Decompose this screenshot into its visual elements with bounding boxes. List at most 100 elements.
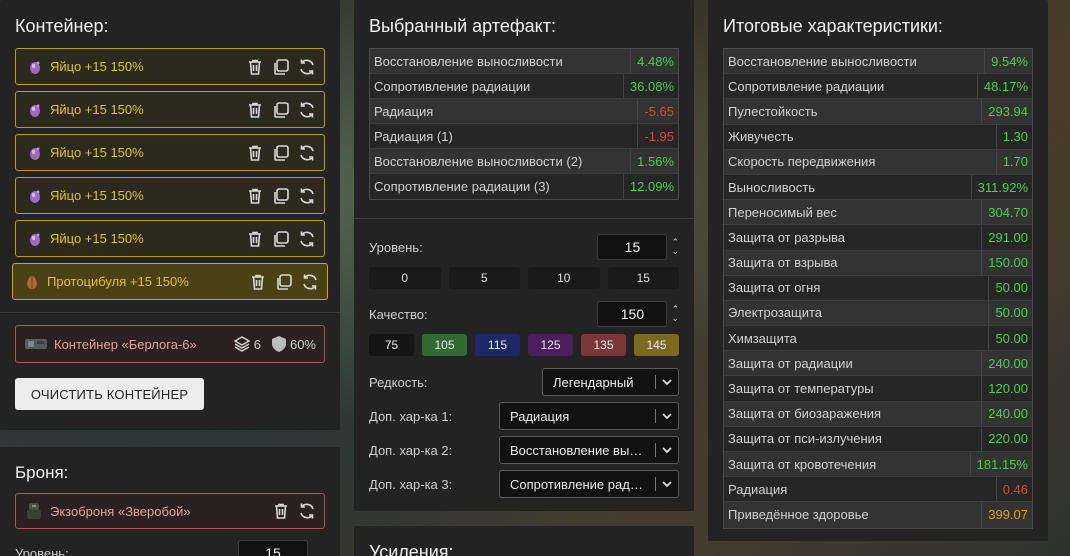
container-name: Контейнер «Берлога-6» — [54, 336, 197, 352]
refresh-icon[interactable] — [298, 187, 316, 205]
artifact-label: Яйцо +15 150% — [50, 231, 144, 246]
trash-icon[interactable] — [246, 58, 264, 76]
level-spin-arrows[interactable]: ⌃ ⌄ — [671, 238, 679, 256]
armor-level-input[interactable] — [238, 540, 308, 556]
container-slots: 6 — [233, 335, 261, 353]
level-row: Уровень: ⌃ ⌄ — [369, 234, 679, 260]
quality-spinner: ⌃ ⌄ — [597, 301, 679, 327]
container-protection: 60% — [271, 335, 316, 353]
level-input[interactable] — [597, 234, 668, 260]
armor-actions — [272, 502, 316, 520]
artifact-label: Яйцо +15 150% — [50, 188, 144, 203]
artifact-item[interactable]: Яйцо +15 150% — [15, 177, 325, 214]
divider — [354, 218, 694, 219]
quality-preset-button[interactable]: 115 — [475, 334, 520, 356]
quality-input[interactable] — [597, 301, 668, 327]
armor-item[interactable]: Экзоброня «Зверобой» — [15, 493, 325, 529]
copy-icon[interactable] — [272, 187, 290, 205]
quality-spin-arrows[interactable]: ⌃ ⌄ — [671, 305, 679, 323]
copy-icon[interactable] — [272, 144, 290, 162]
artifact-item[interactable]: Яйцо +15 150% — [15, 48, 325, 85]
stat-name: Защита от огня — [728, 280, 821, 296]
trash-icon[interactable] — [246, 187, 264, 205]
stat-value: 0.46 — [995, 477, 1028, 502]
quality-label: Качество: — [369, 306, 428, 322]
extra1-row: Доп. хар-ка 1: Радиация — [369, 402, 679, 430]
stat-value: 181.15% — [969, 452, 1028, 477]
quality-preset-button[interactable]: 135 — [581, 334, 626, 356]
trash-icon[interactable] — [246, 144, 264, 162]
stat-value: 399.07 — [981, 502, 1028, 528]
quality-preset-button[interactable]: 105 — [422, 334, 467, 356]
stat-value: 50.00 — [988, 300, 1028, 326]
artifact-item[interactable]: Протоцибуля +15 150% — [12, 263, 328, 300]
armor-icon — [24, 501, 44, 521]
copy-icon[interactable] — [272, 58, 290, 76]
level-preset-button[interactable]: 10 — [528, 267, 600, 289]
trash-icon[interactable] — [249, 273, 267, 291]
stat-name: Восстановление выносливости — [728, 53, 917, 69]
layers-icon — [233, 335, 251, 353]
level-label: Уровень: — [369, 239, 423, 255]
quality-presets: 75 105 115 125 135 145 — [369, 334, 679, 356]
stat-name: Защита от взрыва — [728, 255, 838, 271]
egg-icon — [26, 230, 44, 248]
artifact-item[interactable]: Яйцо +15 150% — [15, 134, 325, 171]
refresh-icon[interactable] — [298, 230, 316, 248]
level-preset-button[interactable]: 0 — [369, 267, 441, 289]
artifact-item[interactable]: Яйцо +15 150% — [15, 220, 325, 257]
refresh-icon[interactable] — [298, 101, 316, 119]
stat-value: 1.30 — [995, 124, 1028, 149]
artifact-item[interactable]: Яйцо +15 150% — [15, 91, 325, 128]
totals-title: Итоговые характеристики: — [723, 16, 943, 36]
extra2-row: Доп. хар-ка 2: Восстановление выносливос… — [369, 436, 679, 464]
stat-name: Защита от пси-излучения — [728, 431, 882, 447]
artifact-actions — [246, 230, 316, 248]
stat-value: 12.09% — [622, 174, 674, 199]
artifact-actions — [246, 144, 316, 162]
extra2-label: Доп. хар-ка 2: — [369, 442, 453, 458]
clear-container-button[interactable]: ОЧИСТИТЬ КОНТЕЙНЕР — [15, 378, 204, 410]
artifact-actions — [246, 58, 316, 76]
stat-name: Сопротивление радиации — [728, 78, 885, 94]
stat-value: 50.00 — [988, 275, 1028, 300]
level-preset-button[interactable]: 15 — [607, 267, 679, 289]
egg-icon — [26, 144, 44, 162]
select-separator — [655, 409, 656, 423]
armor-name: Экзоброня «Зверобой» — [50, 503, 191, 519]
copy-icon[interactable] — [275, 273, 293, 291]
totals-panel: Итоговые характеристики: Восстановление … — [708, 0, 1048, 541]
armor-level-label: Уровень: — [15, 545, 69, 556]
quality-preset-button[interactable]: 145 — [634, 334, 679, 356]
copy-icon[interactable] — [272, 230, 290, 248]
level-preset-button[interactable]: 5 — [448, 267, 520, 289]
copy-icon[interactable] — [272, 101, 290, 119]
refresh-icon[interactable] — [298, 144, 316, 162]
stat-name: Сопротивление радиации — [374, 78, 531, 94]
trash-icon[interactable] — [272, 502, 290, 520]
stat-row: Приведённое здоровье 399.07 — [724, 502, 1032, 528]
rarity-select[interactable]: Легендарный — [542, 368, 679, 396]
stat-name: Защита от биозаражения — [728, 406, 882, 422]
container-item[interactable]: Контейнер «Берлога-6» 6 60% — [15, 325, 325, 363]
stat-name: Радиация (1) — [374, 128, 453, 144]
spin-down-icon[interactable]: ⌄ — [671, 247, 679, 256]
spin-down-icon[interactable]: ⌄ — [671, 314, 679, 323]
extra3-select[interactable]: Сопротивление радиации — [499, 470, 679, 498]
quality-preset-button[interactable]: 75 — [369, 334, 414, 356]
extra1-select[interactable]: Радиация — [499, 402, 679, 430]
stat-row: Выносливость 311.92% — [724, 174, 1032, 201]
trash-icon[interactable] — [246, 101, 264, 119]
trash-icon[interactable] — [246, 230, 264, 248]
refresh-icon[interactable] — [298, 58, 316, 76]
stat-value: 36.08% — [622, 74, 674, 98]
stat-name: Радиация — [374, 103, 434, 119]
refresh-icon[interactable] — [301, 273, 319, 291]
stat-name: Восстановление выносливости — [374, 53, 563, 69]
egg-icon — [26, 58, 44, 76]
quality-preset-button[interactable]: 125 — [528, 334, 573, 356]
stat-row: Сопротивление радиации 48.17% — [724, 74, 1032, 100]
extra2-select[interactable]: Восстановление выносливости — [499, 436, 679, 464]
extra1-value: Радиация — [510, 408, 570, 424]
refresh-icon[interactable] — [298, 502, 316, 520]
